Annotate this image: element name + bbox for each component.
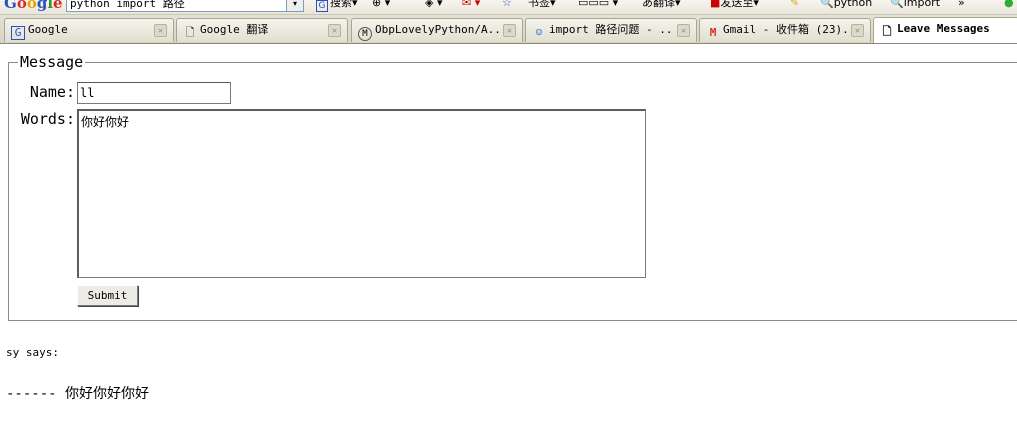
toolbar-search-button[interactable]: G 搜索▾ — [316, 0, 358, 12]
toolbar-search-label: 搜索 — [330, 0, 352, 9]
google-g-icon: G — [11, 26, 25, 40]
tab-label: Google — [28, 23, 68, 36]
toolbar-pagerank-icon[interactable]: ⊕ ▾ — [372, 0, 390, 11]
toolbar-search-input[interactable]: python import 路径 — [66, 0, 289, 12]
toolbar-bookmark-star-icon[interactable]: ☆ — [502, 0, 512, 11]
tab-google[interactable]: G Google ✕ — [4, 18, 174, 42]
gmail-icon: M — [709, 26, 717, 39]
google-toolbar: Google python import 路径 ▾ G 搜索▾ ⊕ ▾ ◈ ▾ ✉… — [0, 0, 1017, 15]
tab-label: Google 翻译 — [200, 23, 269, 36]
translate-icon: あ — [642, 0, 653, 9]
toolbar-popup-blocker-icon[interactable]: ◈ ▾ — [425, 0, 442, 11]
toolbar-sendto-label: 发送至 — [720, 0, 754, 9]
toolbar-mail-icon[interactable]: ✉ ▾ — [462, 0, 480, 11]
page-icon: 🗋 — [882, 25, 892, 38]
tab-leave-messages[interactable]: 🗋 Leave Messages — [873, 17, 1017, 43]
toolbar-more-button[interactable]: » — [958, 0, 965, 11]
octocat-icon: M — [358, 27, 372, 41]
tab-label: Leave Messages — [897, 22, 990, 35]
message-author: sy says: — [6, 346, 59, 359]
page-icon: 🗋 — [185, 26, 195, 39]
toolbar-bookmarks-label: 书签 — [528, 0, 550, 9]
name-label: Name: — [29, 83, 75, 101]
words-label: Words: — [20, 110, 75, 128]
message-legend: Message — [20, 53, 84, 71]
toolbar-term-import-label: import — [903, 0, 941, 9]
close-icon[interactable]: ✕ — [328, 24, 341, 37]
tab-obplovelypython[interactable]: M ObpLovelyPython/A... ✕ — [351, 18, 523, 42]
toolbar-highlight-field[interactable]: ▭▭▭ ▾ — [578, 0, 618, 11]
name-input[interactable] — [77, 82, 231, 104]
close-icon[interactable]: ✕ — [154, 24, 167, 37]
tab-import-path-issue[interactable]: ☺ import 路径问题 - ... ✕ — [525, 18, 697, 42]
toolbar-status-icon[interactable]: ● — [1004, 0, 1014, 11]
toolbar-search-dropdown-icon[interactable]: ▾ — [286, 0, 304, 12]
message-body: ------ 你好你好你好 — [6, 386, 150, 402]
search-term-icon: 🔍 — [890, 0, 904, 9]
toolbar-term-python[interactable]: 🔍python — [820, 0, 872, 11]
close-icon[interactable]: ✕ — [503, 24, 516, 37]
toolbar-term-python-label: python — [833, 0, 873, 9]
close-icon[interactable]: ✕ — [851, 24, 864, 37]
google-g-icon: G — [316, 0, 328, 12]
tab-label: import 路径问题 - ... — [549, 23, 675, 36]
tab-strip: G Google ✕ 🗋 Google 翻译 ✕ M ObpLovelyPython/… — [0, 15, 1017, 44]
tab-label: Gmail - 收件箱 (23)... — [723, 23, 849, 36]
toolbar-translate-button[interactable]: あ翻译▾ — [642, 0, 681, 11]
tab-gmail-inbox[interactable]: M Gmail - 收件箱 (23)... ✕ — [699, 18, 871, 42]
close-icon[interactable]: ✕ — [677, 24, 690, 37]
toolbar-term-import[interactable]: 🔍import — [890, 0, 940, 11]
tab-label: ObpLovelyPython/A... — [375, 23, 501, 36]
send-icon: ■ — [710, 0, 721, 9]
search-term-icon: 🔍 — [820, 0, 834, 9]
words-textarea[interactable]: 你好你好 — [77, 109, 646, 278]
toolbar-translate-label: 翻译 — [653, 0, 675, 9]
submit-button[interactable]: Submit — [77, 285, 138, 306]
toolbar-bookmarks-button[interactable]: 书签▾ — [528, 0, 556, 11]
toolbar-sendto-button[interactable]: ■发送至▾ — [710, 0, 759, 11]
google-logo[interactable]: Google — [4, 0, 63, 12]
chat-icon: ☺ — [535, 26, 543, 39]
tab-google-translate[interactable]: 🗋 Google 翻译 ✕ — [176, 18, 348, 42]
toolbar-highlighter-icon[interactable]: ✎ — [790, 0, 799, 11]
